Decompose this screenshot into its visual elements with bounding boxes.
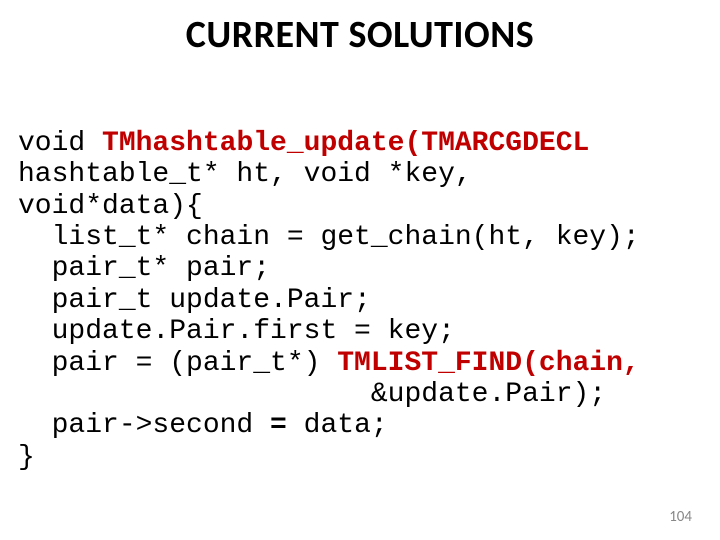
code-highlight-fn: TMhashtable_update(TMARCGDECL [85,128,589,159]
code-line-1: void TMhashtable_update(TMARCGDECL [18,128,589,159]
slide: CURRENT SOLUTIONS void TMhashtable_updat… [0,0,720,540]
code-bold-equals: = [253,410,303,441]
code-line-10a: pair->second [18,410,253,441]
code-keyword-void: void [18,128,85,159]
code-line-10: pair->second = data; [18,410,388,441]
code-highlight-tmlist: TMLIST_FIND(chain, [320,348,639,379]
code-line-8a: pair = (pair_t*) [18,348,320,379]
code-line-5: pair_t* pair; [18,253,270,284]
code-line-9: &update.Pair); [18,379,606,410]
code-line-11: } [18,442,35,473]
code-line-8: pair = (pair_t*) TMLIST_FIND(chain, [18,348,640,379]
code-line-2: hashtable_t* ht, void *key, [18,159,472,190]
code-line-10c: data; [304,410,388,441]
code-line-7: update.Pair.first = key; [18,316,455,347]
code-line-4: list_t* chain = get_chain(ht, key); [18,222,640,253]
page-number: 104 [669,508,692,526]
code-line-3: void*data){ [18,191,203,222]
code-line-6: pair_t update.Pair; [18,285,371,316]
code-block: void TMhashtable_update(TMARCGDECL hasht… [18,128,640,473]
slide-title: CURRENT SOLUTIONS [0,0,720,58]
